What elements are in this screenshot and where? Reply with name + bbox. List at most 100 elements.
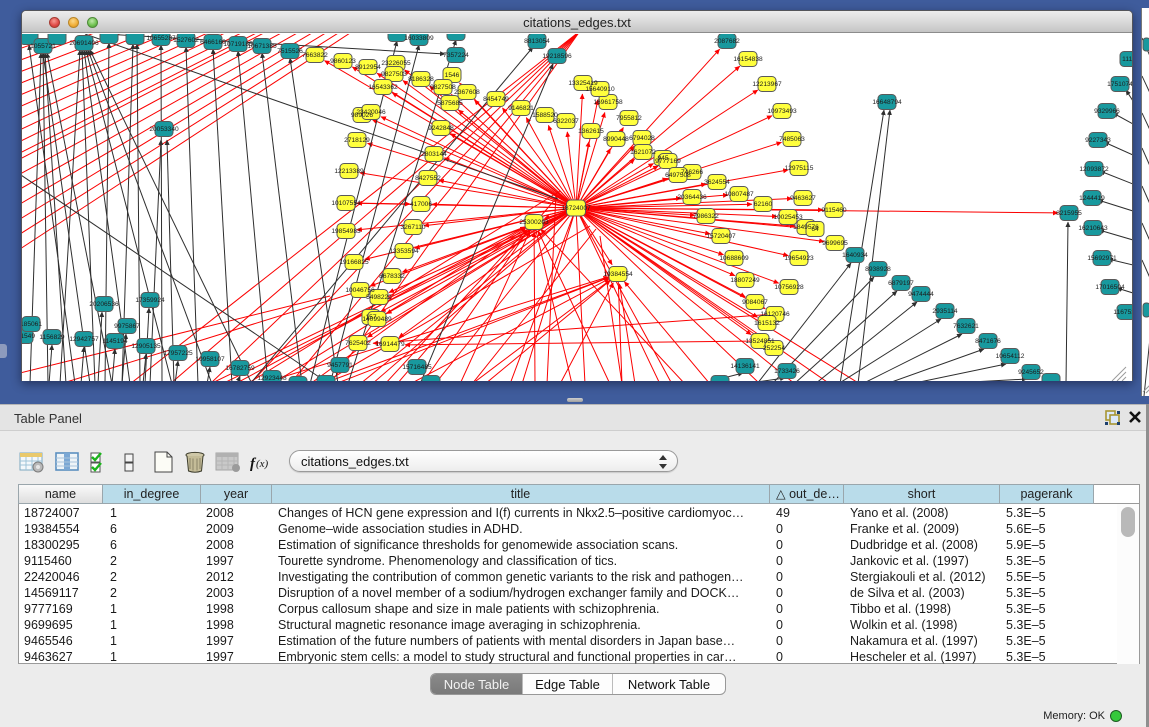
svg-text:16782759: 16782759 (225, 365, 255, 372)
svg-text:8186328: 8186328 (408, 76, 434, 83)
svg-text:3267110: 3267110 (400, 224, 426, 231)
svg-text:9777169: 9777169 (655, 158, 681, 165)
svg-text:1751074: 1751074 (1107, 81, 1132, 88)
svg-text:6497508: 6497508 (665, 172, 691, 179)
svg-text:10654112: 10654112 (996, 353, 1025, 360)
svg-text:10958107: 10958107 (195, 356, 225, 363)
svg-text:12942757: 12942757 (69, 336, 99, 343)
svg-text:15720407: 15720407 (706, 233, 736, 240)
svg-text:5875685: 5875685 (437, 100, 463, 107)
svg-text:7485063: 7485063 (779, 136, 805, 143)
svg-text:18724007: 18724007 (561, 205, 591, 212)
svg-text:9115460: 9115460 (821, 207, 847, 214)
svg-text:16543362: 16543362 (368, 84, 398, 91)
svg-text:10688609: 10688609 (719, 255, 749, 262)
svg-text:8454749: 8454749 (483, 96, 509, 103)
svg-text:12093872: 12093872 (1079, 166, 1109, 173)
svg-text:1112: 1112 (1122, 56, 1132, 63)
svg-text:18807249: 18807249 (730, 277, 760, 284)
svg-text:16120746: 16120746 (760, 311, 790, 318)
svg-text:2367608: 2367608 (454, 89, 480, 96)
svg-text:417006: 417006 (410, 201, 432, 208)
svg-text:9699695: 9699695 (822, 240, 848, 247)
svg-text:1615132: 1615132 (754, 320, 780, 327)
svg-text:16033809: 16033809 (404, 35, 434, 42)
svg-text:12213389: 12213389 (334, 168, 364, 175)
svg-text:1156829: 1156829 (39, 334, 65, 341)
svg-text:16961758: 16961758 (593, 99, 623, 106)
svg-text:15692971: 15692971 (1087, 255, 1117, 262)
svg-text:9245652: 9245652 (1018, 369, 1044, 376)
svg-text:1621072: 1621072 (630, 149, 656, 156)
svg-text:7632621: 7632621 (953, 323, 979, 330)
svg-text:1055721: 1055721 (30, 43, 56, 50)
svg-text:20206536: 20206536 (89, 301, 119, 308)
svg-text:15716485: 15716485 (402, 364, 432, 371)
svg-text:10973493: 10973493 (767, 108, 797, 115)
svg-text:12923448: 12923448 (257, 375, 287, 381)
svg-text:20691406: 20691406 (69, 40, 99, 47)
svg-text:9827508: 9827508 (430, 84, 456, 91)
svg-text:8471676: 8471676 (975, 338, 1001, 345)
svg-text:16154838: 16154838 (733, 56, 763, 63)
svg-text:9329966: 9329966 (1094, 108, 1120, 115)
svg-text:2935114: 2935114 (932, 308, 958, 315)
svg-text:1362615: 1362615 (578, 128, 604, 135)
svg-text:19854983: 19854983 (331, 228, 361, 235)
svg-text:8678332: 8678332 (379, 273, 405, 280)
svg-text:17957225: 17957225 (163, 350, 193, 357)
svg-text:2718129: 2718129 (344, 137, 370, 144)
svg-text:16210643: 16210643 (1078, 225, 1108, 232)
svg-text:25300203: 25300203 (519, 219, 549, 226)
svg-text:8912954: 8912954 (355, 64, 381, 71)
svg-text:16914479: 16914479 (375, 341, 405, 348)
svg-text:1733426: 1733426 (774, 368, 800, 375)
svg-text:9474444: 9474444 (908, 291, 934, 298)
svg-text:16648794: 16648794 (872, 99, 902, 106)
svg-text:13353594: 13353594 (389, 248, 419, 255)
svg-text:252254: 252254 (763, 345, 785, 352)
svg-text:7625402: 7625402 (345, 340, 371, 347)
svg-text:2803144: 2803144 (421, 151, 447, 158)
svg-text:17359924: 17359924 (135, 297, 165, 304)
svg-text:12905135: 12905135 (131, 343, 161, 350)
svg-text:1527602: 1527602 (173, 37, 199, 44)
svg-text:1167533: 1167533 (1113, 309, 1132, 316)
svg-text:12213967: 12213967 (752, 81, 782, 88)
svg-text:19166825: 19166825 (339, 259, 369, 266)
svg-text:9860123: 9860123 (330, 58, 356, 65)
svg-text:6794028: 6794028 (629, 135, 655, 142)
svg-text:1546: 1546 (445, 72, 460, 79)
svg-text:2087682: 2087682 (714, 38, 740, 45)
svg-text:7663822: 7663822 (302, 52, 328, 59)
svg-text:13524851: 13524851 (745, 338, 775, 345)
svg-text:62160: 62160 (754, 201, 773, 208)
svg-text:6466160: 6466160 (200, 39, 226, 46)
svg-text:5498222: 5498222 (366, 294, 392, 301)
svg-text:6322037: 6322037 (553, 118, 579, 125)
svg-text:8215955: 8215955 (1056, 210, 1082, 217)
svg-text:7357224: 7357224 (443, 52, 469, 59)
svg-text:8990448: 8990448 (603, 136, 629, 143)
svg-text:9227343: 9227343 (1085, 137, 1111, 144)
svg-text:15640910: 15640910 (585, 86, 615, 93)
svg-text:10807487: 10807487 (724, 191, 754, 198)
svg-text:8427552: 8427552 (415, 175, 441, 182)
svg-text:7986322: 7986322 (693, 213, 719, 220)
svg-text:(x): (x) (256, 458, 269, 470)
svg-text:10756928: 10756928 (774, 284, 804, 291)
svg-text:391549: 391549 (22, 333, 35, 340)
svg-text:14136141: 14136141 (730, 363, 760, 370)
svg-text:9463627: 9463627 (790, 195, 816, 202)
svg-text:20364436: 20364436 (677, 194, 707, 201)
svg-text:19654923: 19654923 (784, 255, 814, 262)
svg-text:9827503: 9827503 (381, 71, 407, 78)
svg-text:9146821: 9146821 (508, 105, 534, 112)
svg-text:9242848: 9242848 (428, 125, 454, 132)
svg-text:185061: 185061 (22, 321, 42, 328)
svg-text:12975115: 12975115 (785, 165, 814, 172)
svg-text:10046756: 10046756 (345, 287, 375, 294)
svg-text:1244419: 1244419 (1079, 195, 1105, 202)
svg-text:64: 64 (811, 226, 819, 233)
svg-text:19384554: 19384554 (603, 271, 633, 278)
